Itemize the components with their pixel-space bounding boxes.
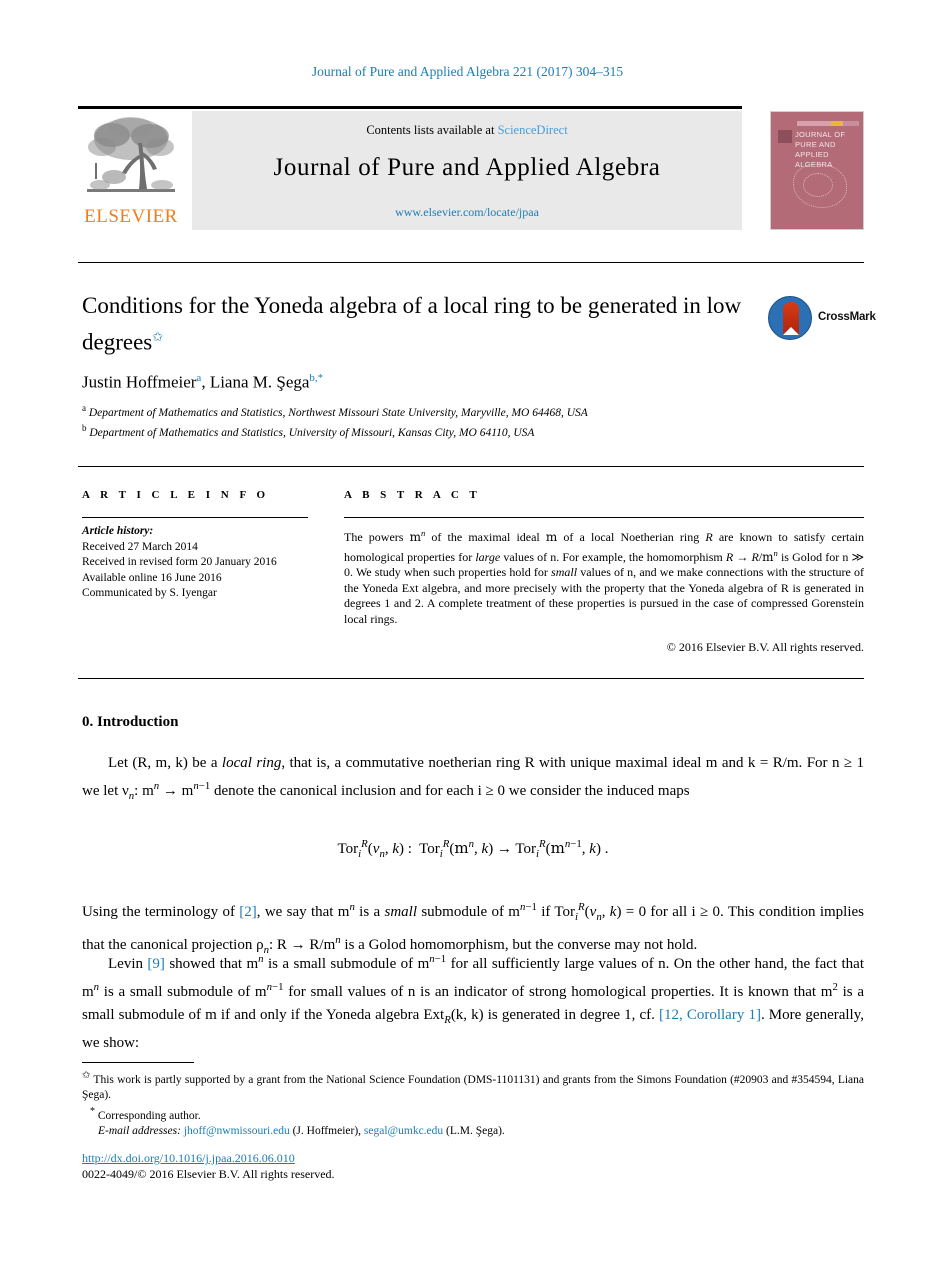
abstract-seg-5: values of n. For example, the homomorphi… bbox=[500, 549, 726, 564]
footnote-corresponding-marker: * bbox=[90, 1105, 95, 1117]
paragraph-intro-1: Let (R, m, k) be a local ring, that is, … bbox=[82, 755, 864, 802]
author-2-affiliation-marker[interactable]: b,* bbox=[309, 372, 323, 384]
running-head: Journal of Pure and Applied Algebra 221 … bbox=[311, 64, 624, 79]
affiliation-a-marker: a bbox=[82, 403, 86, 413]
footer-identifiers: http://dx.doi.org/10.1016/j.jpaa.2016.06… bbox=[82, 1150, 682, 1182]
citation-ref-2[interactable]: [2] bbox=[239, 904, 257, 920]
abstract-seg-3: of a local Noetherian ring bbox=[557, 530, 706, 544]
crossmark-label: CrossMark bbox=[818, 311, 876, 323]
p3-seg-f: for small values of n is an indicator of… bbox=[283, 984, 833, 1000]
contents-band: Contents lists available at ScienceDirec… bbox=[192, 111, 742, 230]
abstract-text: The powers mn of the maximal ideal m of … bbox=[344, 528, 865, 626]
history-received: Received 27 March 2014 bbox=[82, 540, 198, 553]
p1-seg-e: denote the canonical inclusion and for e… bbox=[210, 783, 690, 799]
citation-ref-9[interactable]: [9] bbox=[147, 956, 165, 972]
footnote-funding-text: This work is partly supported by a grant… bbox=[82, 1073, 865, 1102]
history-available-online: Available online 16 June 2016 bbox=[82, 571, 222, 584]
contents-available-line: Contents lists available at ScienceDirec… bbox=[192, 123, 742, 138]
affiliation-list: a Department of Mathematics and Statisti… bbox=[82, 401, 782, 442]
p2-seg-c: submodule of m bbox=[417, 904, 520, 920]
abstract-copyright: © 2016 Elsevier B.V. All rights reserved… bbox=[666, 640, 864, 654]
citation-ref-12[interactable]: [12, Corollary 1] bbox=[659, 1007, 761, 1023]
elsevier-wordmark: ELSEVIER bbox=[84, 206, 178, 227]
elsevier-logo: ELSEVIER bbox=[78, 111, 184, 230]
email-owner-1: (J. Hoffmeier), bbox=[292, 1125, 362, 1138]
p2-seg-d: if Tor bbox=[536, 904, 576, 920]
abstract-column-rule bbox=[344, 517, 864, 518]
p2-seg-a: Using the terminology of bbox=[82, 904, 240, 920]
title-footnote-marker[interactable]: ✩ bbox=[152, 329, 163, 344]
info-bottom-rule bbox=[78, 678, 864, 679]
abstract-seg-1: The powers bbox=[344, 530, 410, 544]
footnote-corresponding-author: * Corresponding author. bbox=[82, 1104, 864, 1124]
cover-elsevier-mark-icon bbox=[778, 130, 792, 143]
footnote-separator-rule bbox=[82, 1062, 194, 1063]
journal-title: Journal of Pure and Applied Algebra bbox=[273, 154, 661, 181]
crossmark-bookmark-icon bbox=[783, 302, 799, 335]
p1-seg-a: Let (R, m, k) be a bbox=[108, 755, 222, 771]
masthead-top-rule bbox=[78, 106, 742, 109]
affiliation-b-text: Department of Mathematics and Statistics… bbox=[89, 427, 535, 440]
email-link-1[interactable]: jhoff@nwmissouri.edu bbox=[184, 1125, 290, 1137]
p3-seg-a: Levin bbox=[108, 956, 148, 972]
p2-seg-b: , we say that m bbox=[256, 904, 350, 920]
abstract-emph-small: small bbox=[551, 565, 578, 580]
article-title-text: Conditions for the Yoneda algebra of a l… bbox=[82, 293, 742, 355]
p3-seg-c: is a small submodule of m bbox=[263, 956, 430, 972]
email-addresses-label: E-mail addresses: bbox=[98, 1125, 181, 1138]
p2-emph-small: small bbox=[384, 904, 417, 920]
p1-seg-d: → m bbox=[159, 783, 194, 799]
footnote-emails: E-mail addresses: jhoff@nwmissouri.edu (… bbox=[82, 1124, 864, 1140]
contents-prefix: Contents lists available at bbox=[366, 123, 498, 137]
p1-emph-local-ring: local ring bbox=[221, 755, 282, 771]
p3-seg-e: is a small submodule of m bbox=[99, 984, 267, 1000]
email-link-2[interactable]: segal@umkc.edu bbox=[364, 1125, 443, 1137]
paragraph-intro-3: Levin [9] showed that mn is a small subm… bbox=[82, 953, 865, 1051]
journal-masthead: ELSEVIER Contents lists available at Sci… bbox=[78, 106, 864, 230]
article-info-heading: A R T I C L E I N F O bbox=[82, 489, 270, 501]
abstract-heading: A B S T R A C T bbox=[344, 489, 481, 501]
issn-copyright-line: 0022-4049/© 2016 Elsevier B.V. All right… bbox=[82, 1167, 335, 1181]
affiliation-b-marker: b bbox=[82, 423, 87, 434]
history-label: Article history: bbox=[82, 525, 154, 537]
affiliation-a: a Department of Mathematics and Statisti… bbox=[82, 401, 782, 421]
journal-cover-thumbnail[interactable]: JOURNAL OF PURE AND APPLIED ALGEBRA bbox=[770, 111, 864, 230]
crossmark-badge[interactable]: CrossMark bbox=[768, 296, 876, 344]
author-list: Justin Hoffmeiera, Liana M. Şegab,* bbox=[82, 372, 324, 392]
history-communicated-by: Communicated by S. Iyengar bbox=[82, 587, 217, 599]
p3-seg-h: (k, k) is generated in degree 1, cf. bbox=[450, 1007, 659, 1023]
elsevier-tree-icon bbox=[82, 113, 180, 201]
journal-url-link[interactable]: www.elsevier.com/locate/jpaa bbox=[192, 205, 742, 220]
footnote-funding-marker: ✩ bbox=[82, 1070, 91, 1081]
doi-link[interactable]: http://dx.doi.org/10.1016/j.jpaa.2016.06… bbox=[82, 1150, 682, 1166]
footnote-corresponding-text: Corresponding author. bbox=[97, 1109, 201, 1122]
sciencedirect-link[interactable]: ScienceDirect bbox=[498, 123, 568, 137]
footnote-funding: ✩ This work is partly supported by a gra… bbox=[82, 1068, 864, 1104]
history-revised: Received in revised form 20 January 2016 bbox=[82, 556, 277, 568]
affiliation-b: b Department of Mathematics and Statisti… bbox=[82, 421, 782, 441]
abstract-emph-large: large bbox=[475, 549, 501, 564]
info-top-rule bbox=[78, 466, 864, 467]
section-title-introduction: 0. Introduction bbox=[82, 714, 179, 730]
email-owner-2: (L.M. Şega). bbox=[446, 1125, 505, 1138]
display-equation-tor: ToriR(νn, k) : ToriR(mn, k) → ToriR(mn−1… bbox=[337, 838, 609, 860]
author-name-2: Liana M. Şega bbox=[209, 372, 310, 392]
affiliation-a-text: Department of Mathematics and Statistics… bbox=[88, 406, 588, 419]
p3-seg-b: showed that m bbox=[164, 956, 259, 972]
info-column-rule bbox=[82, 517, 308, 518]
article-page: Journal of Pure and Applied Algebra 221 … bbox=[0, 0, 935, 1266]
cover-colorbar bbox=[797, 121, 859, 126]
article-history-block: Article history: Received 27 March 2014 … bbox=[82, 524, 314, 602]
title-separator-rule bbox=[78, 262, 864, 263]
crossmark-circle-icon bbox=[768, 296, 812, 340]
page-title: Conditions for the Yoneda algebra of a l… bbox=[82, 290, 752, 358]
footnote-block: ✩ This work is partly supported by a gra… bbox=[82, 1068, 864, 1140]
abstract-seg-2: of the maximal ideal bbox=[425, 530, 546, 544]
author-1-affiliation-marker[interactable]: a bbox=[196, 372, 201, 384]
cover-graphic bbox=[793, 164, 847, 208]
p1-seg-c: : m bbox=[134, 783, 154, 799]
equation-tor-label: Tor bbox=[337, 841, 359, 857]
author-name-1: Justin Hoffmeier bbox=[82, 372, 197, 392]
